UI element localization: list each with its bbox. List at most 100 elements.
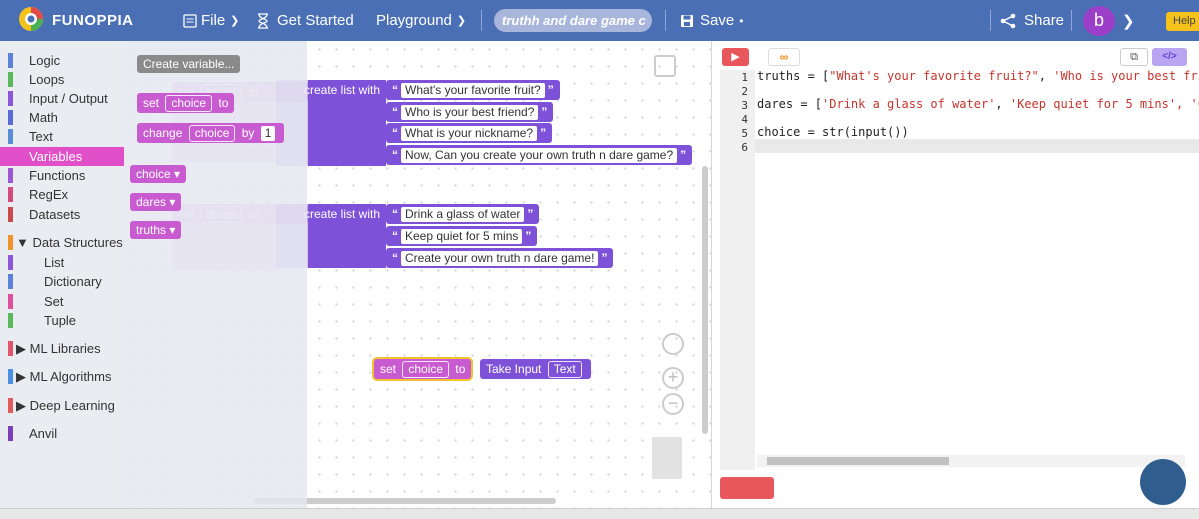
text-block[interactable]: “What's your favorite fruit?” — [386, 80, 560, 100]
code-line[interactable]: truths = ["What's your favorite fruit?",… — [757, 69, 1199, 83]
category-input-output[interactable]: Input / Output — [0, 89, 124, 108]
category-text[interactable]: Text — [0, 127, 124, 146]
set-choice-block[interactable]: set choice to — [374, 359, 472, 379]
vertical-scrollbar[interactable] — [702, 166, 708, 434]
category-label: Input / Output — [29, 91, 108, 106]
open-quote-icon: “ — [392, 105, 398, 119]
category-color-bar — [8, 235, 13, 250]
zoom-in-icon[interactable]: + — [662, 367, 684, 389]
code-line[interactable]: choice = str(input()) — [757, 125, 909, 139]
category-variables[interactable]: Variables — [0, 147, 124, 166]
chevron-down-icon[interactable]: ❯ — [1122, 0, 1135, 41]
category-regex[interactable]: RegEx — [0, 185, 124, 204]
project-name-field[interactable]: truthh and dare game c — [494, 9, 652, 32]
text-value[interactable]: Drink a glass of water — [401, 207, 525, 222]
share-button[interactable]: Share — [1000, 0, 1064, 41]
loop-icon[interactable]: ∞ — [768, 48, 800, 66]
code-line[interactable]: dares = ['Drink a glass of water', 'Keep… — [757, 97, 1199, 111]
divider — [481, 10, 482, 31]
category-datasets[interactable]: Datasets — [0, 205, 124, 224]
category-tuple[interactable]: Tuple — [0, 311, 124, 330]
text-value[interactable]: Create your own truth n dare game! — [401, 251, 599, 266]
open-quote-icon: “ — [392, 83, 398, 97]
category-label: List — [44, 255, 65, 270]
code-string: 'Who is your best frier — [1053, 69, 1199, 83]
variable-dropdown[interactable]: choice — [402, 361, 450, 378]
text-value[interactable]: What is your nickname? — [401, 126, 538, 141]
copy-icon[interactable]: ⧉ — [1120, 48, 1148, 66]
category-math[interactable]: Math — [0, 108, 124, 127]
text-block[interactable]: “Create your own truth n dare game!” — [386, 248, 614, 268]
category-deep-learning[interactable]: ▶ Deep Learning — [0, 396, 124, 415]
divider — [1071, 10, 1072, 31]
lock-icon[interactable] — [720, 477, 774, 499]
code-token: , — [1038, 69, 1054, 83]
create-variable-button[interactable]: Create variable... — [137, 55, 241, 73]
change-variable-block[interactable]: change choice by 1 — [137, 123, 285, 143]
text-value[interactable]: Now, Can you create your own truth n dar… — [401, 148, 678, 163]
category-color-bar — [8, 91, 13, 106]
scrollbar-thumb[interactable] — [767, 457, 949, 465]
category-label: Anvil — [29, 426, 58, 441]
block-keyword: change — [143, 126, 183, 140]
create-list-label: create list with — [304, 83, 381, 97]
block-keyword: to — [455, 362, 466, 376]
take-input-block[interactable]: Take Input Text — [480, 359, 591, 379]
zoom-out-icon[interactable]: − — [662, 393, 684, 415]
text-value[interactable]: What's your favorite fruit? — [401, 83, 545, 98]
text-block[interactable]: “Now, Can you create your own truth n da… — [386, 145, 693, 165]
category-color-bar — [8, 313, 13, 328]
user-avatar[interactable]: b — [1083, 6, 1115, 36]
code-view-icon[interactable]: </> — [1152, 48, 1187, 66]
recenter-icon[interactable] — [662, 333, 684, 355]
category-set[interactable]: Set — [0, 292, 124, 311]
trash-icon[interactable] — [652, 437, 682, 479]
category-anvil[interactable]: Anvil — [0, 424, 124, 443]
text-block[interactable]: “Keep quiet for 5 mins” — [386, 226, 538, 246]
category-dictionary[interactable]: Dictionary — [0, 272, 124, 291]
variable-getter-dares[interactable]: dares ▾ — [130, 193, 182, 211]
text-value[interactable]: Keep quiet for 5 mins — [401, 229, 523, 244]
category-color-bar — [8, 274, 13, 289]
category-ml-libraries[interactable]: ▶ ML Libraries — [0, 339, 124, 358]
text-value[interactable]: Who is your best friend? — [401, 105, 539, 120]
text-block[interactable]: “Drink a glass of water” — [386, 204, 540, 224]
run-icon[interactable]: ▶ — [722, 48, 749, 66]
brand-name[interactable]: FUNOPPIA — [52, 0, 134, 41]
close-quote-icon: ” — [540, 126, 547, 140]
playground-menu-button[interactable]: Playground ❯ — [376, 0, 466, 41]
variable-dropdown[interactable]: choice — [165, 95, 213, 112]
code-token: choice = str(input()) — [757, 125, 909, 139]
code-string: 'Keep quiet for 5 mins', 'Cre — [1009, 97, 1199, 111]
variable-getter-truths[interactable]: truths ▾ — [130, 221, 182, 239]
variable-dropdown[interactable]: choice — [188, 125, 236, 142]
category-logic[interactable]: Logic — [0, 51, 124, 70]
text-block[interactable]: “Who is your best friend?” — [386, 102, 554, 122]
category-data-structures[interactable]: ▼ Data Structures — [0, 233, 124, 252]
divider — [665, 10, 666, 31]
create-list-label: create list with — [304, 207, 381, 221]
set-variable-block[interactable]: set choice to — [137, 93, 235, 113]
category-ml-algorithms[interactable]: ▶ ML Algorithms — [0, 367, 124, 386]
category-label: ▶ ML Libraries — [16, 341, 101, 356]
input-type-dropdown[interactable]: Text — [547, 361, 582, 378]
category-label: Logic — [29, 53, 61, 68]
playground-label: Playground — [376, 12, 452, 29]
number-value[interactable]: 1 — [260, 126, 276, 141]
line-number: 4 — [741, 113, 748, 126]
save-icon — [681, 14, 693, 27]
category-loops[interactable]: Loops — [0, 70, 124, 89]
category-list[interactable]: List — [0, 253, 124, 272]
fullscreen-icon[interactable] — [654, 55, 676, 77]
variable-getter-choice[interactable]: choice ▾ — [130, 165, 187, 183]
save-button[interactable]: Save • — [680, 0, 743, 41]
chat-support-icon[interactable] — [1140, 459, 1186, 505]
get-started-button[interactable]: Get Started — [256, 0, 354, 41]
funoppia-logo-icon[interactable] — [16, 5, 46, 35]
help-button[interactable]: Help — [1166, 12, 1199, 31]
close-quote-icon: ” — [601, 251, 608, 265]
file-menu-button[interactable]: File ❯ — [182, 0, 239, 41]
category-functions[interactable]: Functions — [0, 166, 124, 185]
code-horizontal-scrollbar[interactable] — [757, 455, 1185, 467]
text-block[interactable]: “What is your nickname?” — [386, 123, 553, 143]
